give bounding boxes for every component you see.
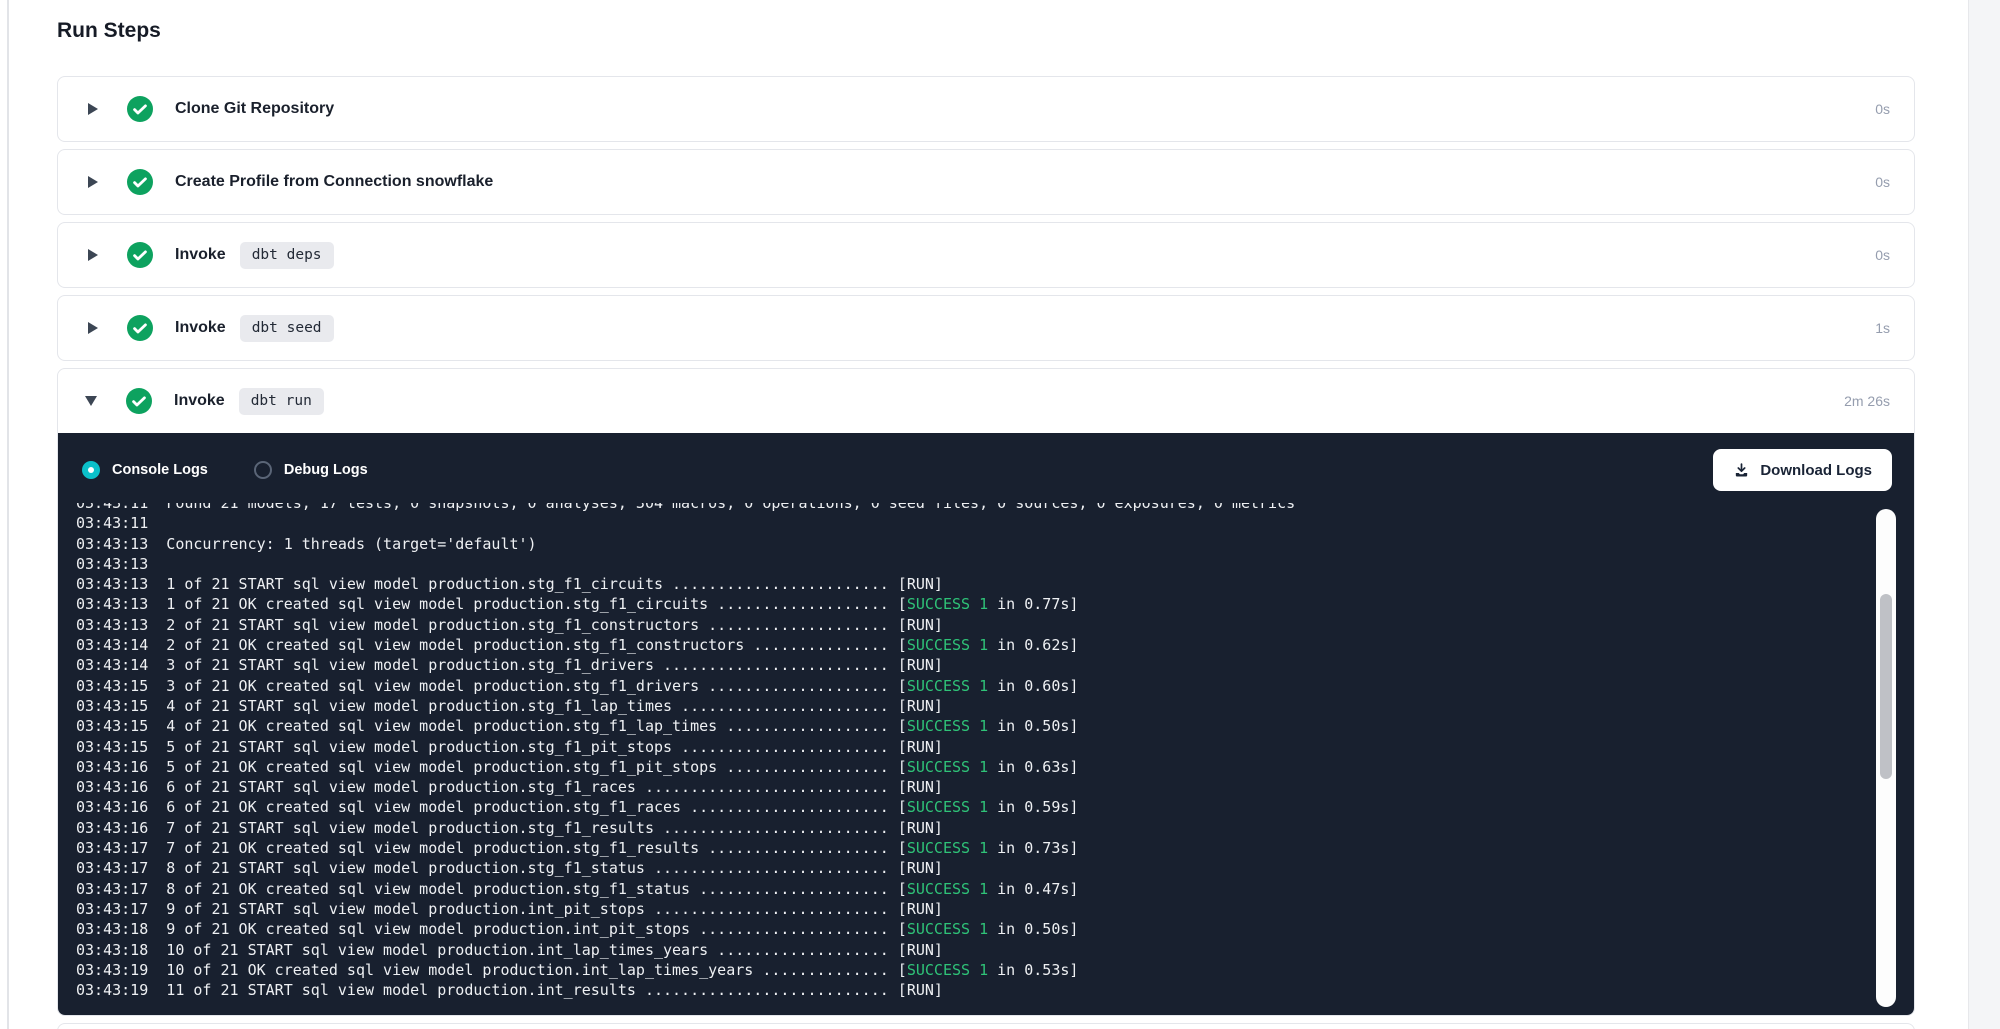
right-gutter [1968,0,2000,1029]
log-line: 03:43:13 Concurrency: 1 threads (target=… [76,534,1868,554]
success-check-icon [127,242,153,268]
step-card-dbt-run-expanded: Invoke dbt run 2m 26s Console Logs Debug… [57,368,1915,1016]
step-duration: 0s [1875,174,1890,190]
debug-logs-label: Debug Logs [284,462,368,478]
log-line: 03:43:17 8 of 21 START sql view model pr… [76,858,1868,878]
log-line: 03:43:11 [76,513,1868,533]
console-logs-label: Console Logs [112,462,208,478]
success-status-text: SUCCESS 1 [907,880,988,898]
step-duration: 0s [1875,101,1890,117]
log-line: 03:43:16 5 of 21 OK created sql view mod… [76,757,1868,777]
step-label: Invoke [174,392,225,410]
run-steps-list: Clone Git Repository 0s Create Profile f… [57,76,1915,1016]
run-steps-page: Run Steps Clone Git Repository 0s [0,0,2000,1029]
step-card-clone-git-repository: Clone Git Repository 0s [57,76,1915,142]
left-panel-edge [7,0,9,1029]
success-status-text: SUCCESS 1 [907,595,988,613]
step-header-dbt-deps[interactable]: Invoke dbt deps 0s [58,223,1914,287]
success-status-text: SUCCESS 1 [907,961,988,979]
log-line: 03:43:14 3 of 21 START sql view model pr… [76,655,1868,675]
log-line: 03:43:19 11 of 21 START sql view model p… [76,980,1868,1000]
log-line: 03:43:13 1 of 21 START sql view model pr… [76,574,1868,594]
success-status-text: SUCCESS 1 [907,677,988,695]
success-check-icon [127,315,153,341]
step-duration: 2m 26s [1844,393,1890,409]
success-check-icon [127,96,153,122]
log-line: 03:43:18 10 of 21 START sql view model p… [76,940,1868,960]
radio-unselected-icon[interactable] [254,461,272,479]
step-label: Invoke [175,319,226,337]
success-status-text: SUCCESS 1 [907,798,988,816]
caret-right-icon[interactable] [88,322,98,334]
caret-down-icon[interactable] [85,396,97,406]
download-logs-label: Download Logs [1760,462,1872,479]
step-header-dbt-run[interactable]: Invoke dbt run 2m 26s [58,369,1914,433]
page-title: Run Steps [57,18,1915,44]
log-line: 03:43:19 10 of 21 OK created sql view mo… [76,960,1868,980]
success-status-text: SUCCESS 1 [907,920,988,938]
radio-selected-icon[interactable] [82,461,100,479]
log-line: 03:43:16 6 of 21 START sql view model pr… [76,777,1868,797]
step-label: Invoke [175,246,226,264]
step-header-clone-git-repository[interactable]: Clone Git Repository 0s [58,77,1914,141]
log-line: 03:43:15 5 of 21 START sql view model pr… [76,737,1868,757]
step-label: Create Profile from Connection snowflake [175,173,493,191]
log-line: 03:43:15 4 of 21 OK created sql view mod… [76,716,1868,736]
success-check-icon [127,169,153,195]
caret-right-icon[interactable] [88,249,98,261]
console-panel: Console Logs Debug Logs [58,433,1914,1015]
success-status-text: SUCCESS 1 [907,717,988,735]
caret-right-icon[interactable] [88,103,98,115]
step-duration: 0s [1875,247,1890,263]
step-card-create-profile: Create Profile from Connection snowflake… [57,149,1915,215]
log-line: 03:43:17 8 of 21 OK created sql view mod… [76,879,1868,899]
console-logs-radio[interactable]: Console Logs [82,461,208,479]
step-command-badge: dbt run [239,388,324,415]
caret-right-icon[interactable] [88,176,98,188]
step-header-dbt-seed[interactable]: Invoke dbt seed 1s [58,296,1914,360]
success-status-text: SUCCESS 1 [907,636,988,654]
log-line: 03:43:13 [76,554,1868,574]
console-toolbar: Console Logs Debug Logs [58,433,1914,491]
step-card-dbt-deps: Invoke dbt deps 0s [57,222,1915,288]
log-lines: 03:43:11 Found 21 models, 17 tests, 0 sn… [76,503,1868,1000]
next-step-card-peek [57,1023,1915,1029]
log-line: 03:43:16 7 of 21 START sql view model pr… [76,818,1868,838]
debug-logs-radio[interactable]: Debug Logs [254,461,368,479]
log-line: 03:43:17 9 of 21 START sql view model pr… [76,899,1868,919]
step-card-dbt-seed: Invoke dbt seed 1s [57,295,1915,361]
download-logs-button[interactable]: Download Logs [1713,449,1892,491]
log-line: 03:43:17 7 of 21 OK created sql view mod… [76,838,1868,858]
log-line: 03:43:11 Found 21 models, 17 tests, 0 sn… [76,503,1868,513]
success-status-text: SUCCESS 1 [907,839,988,857]
log-line: 03:43:14 2 of 21 OK created sql view mod… [76,635,1868,655]
console-log-output[interactable]: 03:43:11 Found 21 models, 17 tests, 0 sn… [58,503,1868,1003]
download-icon [1733,462,1750,479]
step-duration: 1s [1875,320,1890,336]
log-line: 03:43:16 6 of 21 OK created sql view mod… [76,797,1868,817]
success-status-text: SUCCESS 1 [907,758,988,776]
step-command-badge: dbt seed [240,315,334,342]
log-line: 03:43:13 2 of 21 START sql view model pr… [76,615,1868,635]
log-line: 03:43:13 1 of 21 OK created sql view mod… [76,594,1868,614]
log-line: 03:43:15 4 of 21 START sql view model pr… [76,696,1868,716]
log-line: 03:43:15 3 of 21 OK created sql view mod… [76,676,1868,696]
log-scrollbar-track[interactable] [1876,509,1896,1007]
log-scrollbar-thumb[interactable] [1880,594,1892,779]
success-check-icon [126,388,152,414]
step-header-create-profile[interactable]: Create Profile from Connection snowflake… [58,150,1914,214]
run-steps-content: Run Steps Clone Git Repository 0s [57,0,1915,1029]
log-line: 03:43:18 9 of 21 OK created sql view mod… [76,919,1868,939]
step-label: Clone Git Repository [175,100,334,118]
step-command-badge: dbt deps [240,242,334,269]
